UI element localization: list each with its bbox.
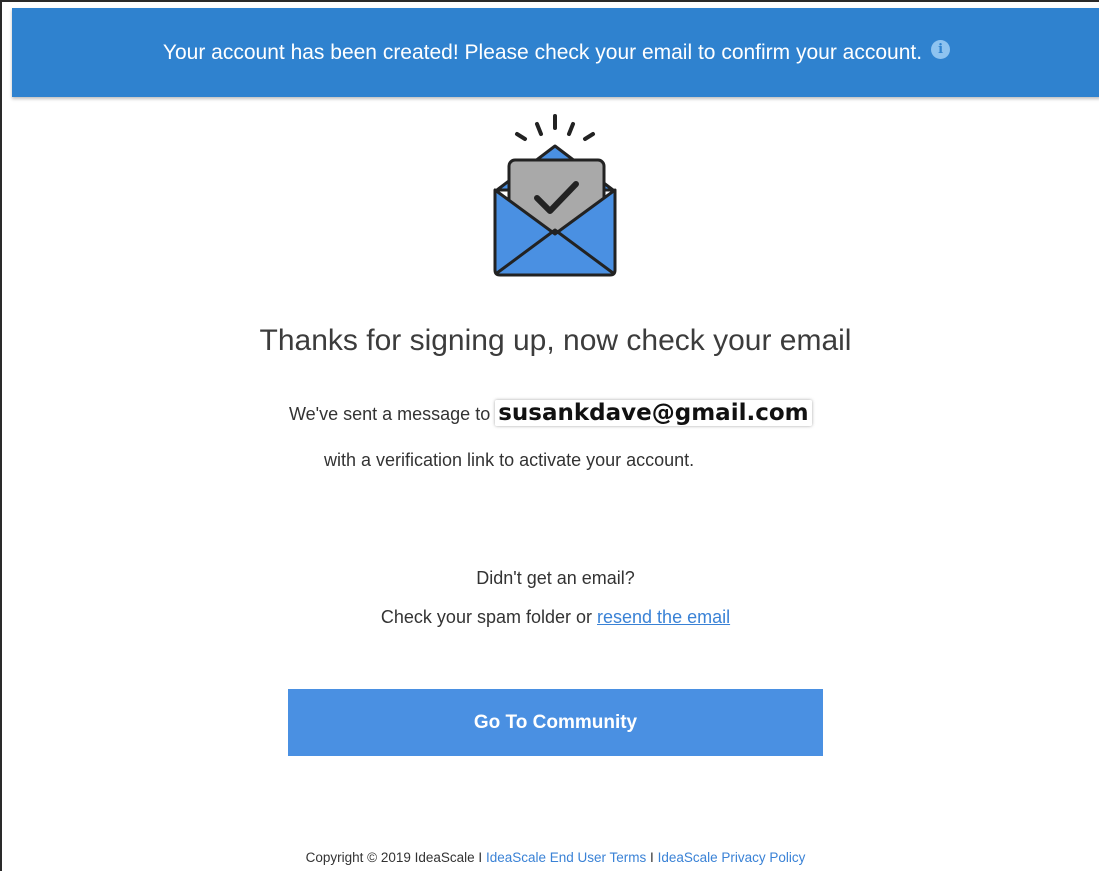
verification-text: with a verification link to activate you…: [324, 450, 695, 470]
footer-copyright: Copyright © 2019 IdeaScale: [305, 850, 475, 865]
go-to-community-button[interactable]: Go To Community: [288, 689, 823, 756]
footer: Copyright © 2019 IdeaScale I IdeaScale E…: [2, 850, 1099, 865]
didnt-get-email-text: Didn't get an email?: [476, 568, 635, 588]
user-email: susankdave@gmail.com: [495, 400, 812, 426]
privacy-link[interactable]: IdeaScale Privacy Policy: [658, 850, 806, 865]
footer-separator: I: [650, 850, 654, 865]
sent-prefix: We've sent a message to: [289, 404, 491, 424]
info-icon[interactable]: i: [931, 40, 951, 59]
footer-separator: I: [478, 850, 483, 865]
page-frame: Your account has been created! Please ch…: [0, 0, 1099, 871]
envelope-check-icon: [493, 114, 617, 277]
page-heading: Thanks for signing up, now check your em…: [259, 324, 852, 357]
spam-prefix: Check your spam folder or: [380, 607, 592, 627]
resend-email-link[interactable]: resend the email: [597, 607, 730, 627]
sparkle-rays: [515, 114, 595, 141]
terms-link[interactable]: IdeaScale End User Terms: [486, 850, 646, 865]
account-created-banner: Your account has been created! Please ch…: [12, 8, 1099, 97]
banner-message: Your account has been created! Please ch…: [162, 40, 923, 64]
sent-message-line: We've sent a message to susankdave@gmail…: [289, 400, 812, 426]
check-spam-line: Check your spam folder or resend the ema…: [2, 607, 1099, 628]
